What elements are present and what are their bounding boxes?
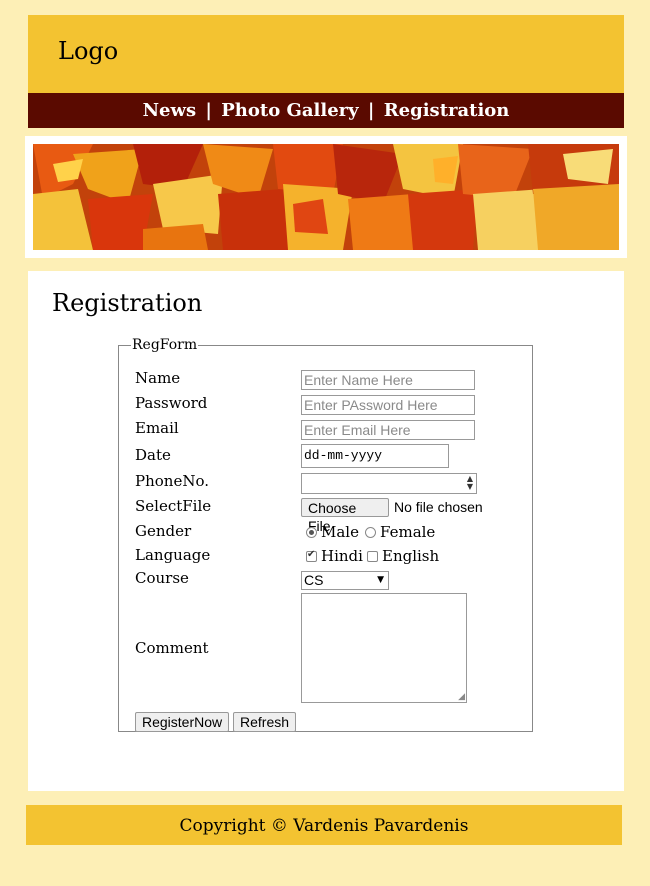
gender-option-male[interactable]: Male [306, 523, 359, 541]
gender-label: Gender [135, 522, 192, 540]
nav-separator: | [205, 100, 212, 121]
page-title: Registration [52, 289, 203, 317]
spinner-icon[interactable]: ▲ ▼ [467, 475, 473, 491]
banner [25, 136, 627, 258]
gender-male-label: Male [321, 523, 359, 541]
logo: Logo [58, 37, 119, 65]
language-english-label: English [382, 547, 440, 565]
registration-form: RegForm Name Password Email Date dd-mm-y… [118, 337, 533, 732]
course-selected-value: CS [304, 572, 324, 588]
gender-option-female[interactable]: Female [365, 523, 435, 541]
refresh-button[interactable]: Refresh [233, 712, 297, 732]
nav-separator: | [367, 100, 375, 121]
header: Logo [28, 15, 624, 93]
comment-textarea[interactable]: ◢ [301, 593, 467, 703]
checkbox-icon[interactable] [306, 549, 317, 562]
register-now-button[interactable]: RegisterNow [135, 712, 230, 732]
file-label: SelectFile [135, 497, 212, 515]
nav-item-news[interactable]: News [143, 100, 197, 121]
copyright-text: Copyright © Vardenis Pavardenis [179, 816, 469, 836]
autumn-leaves-image [33, 144, 619, 250]
nav-item-registration[interactable]: Registration [384, 100, 510, 121]
nav-bar: News | Photo Gallery | Registration [28, 93, 624, 128]
date-input[interactable]: dd-mm-yyyy [301, 444, 449, 468]
course-select[interactable]: CS ▼ [301, 571, 389, 590]
password-input[interactable] [301, 395, 475, 415]
password-label: Password [135, 394, 208, 412]
language-hindi-label: Hindi [321, 547, 363, 565]
course-label: Course [135, 569, 189, 587]
phone-label: PhoneNo. [135, 472, 209, 490]
file-status: No file chosen [394, 499, 483, 515]
email-label: Email [135, 419, 179, 437]
radio-icon[interactable] [365, 527, 376, 538]
email-input[interactable] [301, 420, 475, 440]
nav-item-photo-gallery[interactable]: Photo Gallery [221, 100, 358, 121]
resize-handle-icon[interactable]: ◢ [458, 692, 465, 702]
comment-label: Comment [135, 639, 209, 657]
language-option-hindi[interactable]: Hindi [306, 547, 363, 565]
checkbox-icon[interactable] [367, 551, 378, 562]
name-label: Name [135, 369, 181, 387]
main-content: Registration RegForm Name Password Email… [28, 271, 624, 791]
phone-number-input[interactable]: ▲ ▼ [301, 473, 477, 494]
dropdown-arrow-icon: ▼ [377, 575, 384, 585]
date-label: Date [135, 446, 171, 464]
language-label: Language [135, 546, 211, 564]
date-placeholder: dd-mm-yyyy [304, 448, 383, 463]
form-legend: RegForm [132, 337, 198, 353]
footer: Copyright © Vardenis Pavardenis [26, 805, 622, 845]
name-input[interactable] [301, 370, 475, 390]
gender-female-label: Female [380, 523, 436, 541]
language-option-english[interactable]: English [367, 547, 439, 565]
radio-icon[interactable] [306, 527, 317, 538]
choose-file-button[interactable]: Choose File [301, 498, 389, 534]
